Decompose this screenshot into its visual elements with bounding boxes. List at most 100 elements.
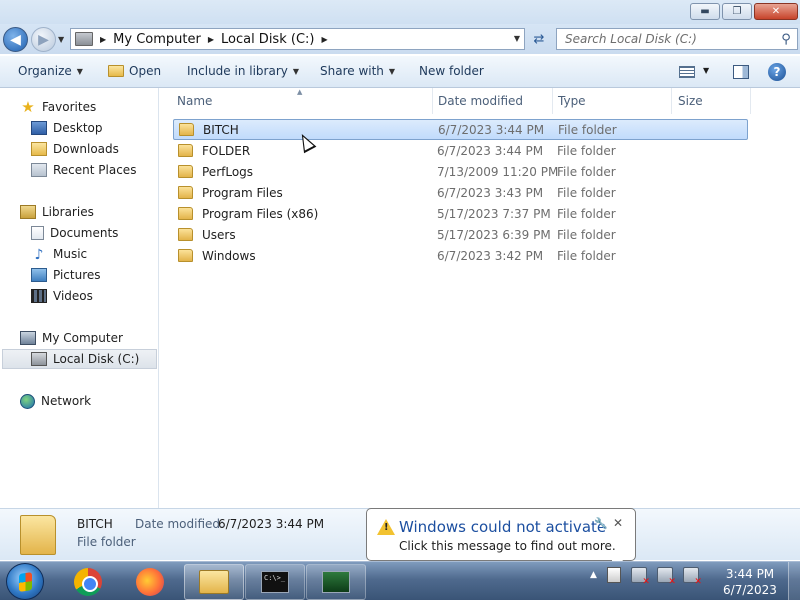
nav-favorites[interactable]: ★ Favorites [20, 97, 96, 117]
windows-logo-icon [19, 572, 32, 592]
chevron-down-icon[interactable]: ▼ [703, 66, 709, 75]
nav-downloads[interactable]: Downloads [31, 139, 119, 159]
nav-my-computer[interactable]: My Computer [20, 328, 123, 348]
nav-documents[interactable]: Documents [31, 223, 118, 243]
file-date: 7/13/2009 11:20 PM [437, 164, 559, 179]
taskbar-cmd[interactable]: C:\>_ [245, 564, 305, 600]
search-box[interactable]: ⚲ [556, 28, 798, 50]
window-controls: ▬ ❐ ✕ [690, 3, 798, 20]
open-button[interactable]: Open [108, 64, 161, 78]
show-desktop-button[interactable] [788, 562, 800, 601]
action-center-flag-icon[interactable] [606, 567, 621, 583]
taskbar-explorer[interactable] [184, 564, 244, 600]
include-in-library-button[interactable]: Include in library ▼ [187, 64, 299, 78]
refresh-button[interactable]: ⇄ [527, 28, 551, 50]
new-folder-button[interactable]: New folder [419, 64, 484, 78]
breadcrumb-arrow-icon[interactable]: ▶ [321, 35, 327, 44]
organize-button[interactable]: Organize ▼ [18, 64, 83, 78]
address-row: ◀ ▶ ▼ ▶ My Computer ▶ Local Disk (C:) ▶ … [0, 24, 800, 54]
arrow-right-icon: ▶ [38, 31, 49, 48]
column-header-type[interactable]: Type [558, 94, 586, 108]
close-button[interactable]: ✕ [754, 3, 798, 20]
address-history-dropdown[interactable]: ▼ [514, 34, 520, 43]
nav-videos[interactable]: Videos [31, 286, 93, 306]
breadcrumb-arrow-icon[interactable]: ▶ [100, 35, 106, 44]
nav-pictures[interactable]: Pictures [31, 265, 101, 285]
nav-label: My Computer [42, 331, 123, 345]
details-date-value[interactable]: 6/7/2023 3:44 PM [218, 517, 324, 531]
column-header-name[interactable]: Name [177, 94, 212, 108]
nav-libraries[interactable]: Libraries [20, 202, 94, 222]
firefox-icon [136, 568, 164, 596]
file-type: File folder [557, 164, 616, 179]
forward-button[interactable]: ▶ [31, 27, 56, 52]
column-divider[interactable] [671, 88, 672, 114]
refresh-icon: ⇄ [533, 31, 545, 47]
change-view-icon[interactable] [679, 66, 695, 78]
file-row[interactable]: PerfLogs 7/13/2009 11:20 PM File folder [173, 161, 748, 182]
nav-network[interactable]: Network [20, 391, 91, 411]
preview-pane-icon[interactable] [733, 65, 749, 79]
show-hidden-icons-icon[interactable]: ▲ [590, 570, 597, 580]
column-header-size[interactable]: Size [678, 94, 703, 108]
breadcrumb-local-disk[interactable]: Local Disk (C:) [221, 32, 314, 47]
file-date: 6/7/2023 3:44 PM [437, 143, 544, 158]
folder-icon [20, 515, 56, 555]
taskbar-monitor[interactable] [306, 564, 366, 600]
nav-recent-places[interactable]: Recent Places [31, 160, 136, 180]
column-divider[interactable] [750, 88, 751, 114]
column-divider[interactable] [432, 88, 433, 114]
folder-icon [178, 186, 193, 199]
nav-label: Documents [50, 226, 119, 240]
file-row[interactable]: Windows 6/7/2023 3:42 PM File folder [173, 245, 748, 266]
search-icon[interactable]: ⚲ [775, 32, 797, 47]
breadcrumb-arrow-icon[interactable]: ▶ [208, 35, 214, 44]
clock[interactable]: 3:44 PM 6/7/2023 [722, 566, 778, 598]
wrench-icon[interactable]: 🔧 [594, 517, 608, 530]
system-tray: ▲ [590, 567, 702, 587]
volume-icon[interactable] [682, 567, 702, 587]
minimize-button[interactable]: ▬ [690, 3, 720, 20]
maximize-button[interactable]: ❐ [722, 3, 752, 20]
file-row[interactable]: FOLDER 6/7/2023 3:44 PM File folder [173, 140, 748, 161]
organize-label: Organize [18, 64, 72, 78]
nav-desktop[interactable]: Desktop [31, 118, 103, 138]
notification-title[interactable]: Windows could not activate [399, 518, 606, 536]
back-button[interactable]: ◀ [3, 27, 28, 52]
recent-pages-dropdown[interactable]: ▼ [58, 35, 64, 44]
nav-local-disk[interactable]: Local Disk (C:) [2, 349, 157, 369]
details-date-label: Date modified: [135, 517, 225, 531]
network-icon [20, 393, 35, 409]
chevron-down-icon: ▼ [292, 66, 300, 76]
pictures-icon [31, 268, 47, 282]
file-type: File folder [558, 122, 617, 137]
notification-message[interactable]: Click this message to find out more. [399, 539, 616, 553]
include-in-library-label: Include in library [187, 64, 288, 78]
file-row[interactable]: BITCH 6/7/2023 3:44 PM File folder [173, 119, 748, 140]
network-status-icon[interactable] [656, 567, 676, 587]
file-row[interactable]: Program Files 6/7/2023 3:43 PM File fold… [173, 182, 748, 203]
help-icon[interactable]: ? [768, 63, 786, 81]
column-header-date-modified[interactable]: Date modified [438, 94, 523, 108]
search-input[interactable] [565, 32, 775, 46]
nav-label: Local Disk (C:) [53, 352, 140, 366]
address-bar[interactable]: ▶ My Computer ▶ Local Disk (C:) ▶ ▼ [70, 28, 525, 50]
nav-music[interactable]: ♪ Music [31, 244, 88, 264]
close-icon[interactable]: ✕ [613, 516, 623, 530]
taskbar-firefox[interactable] [120, 564, 180, 600]
file-row[interactable]: Users 5/17/2023 6:39 PM File folder [173, 224, 748, 245]
file-row[interactable]: Program Files (x86) 5/17/2023 7:37 PM Fi… [173, 203, 748, 224]
libraries-icon [20, 205, 36, 219]
breadcrumb-my-computer[interactable]: My Computer [113, 32, 201, 47]
start-button[interactable] [6, 563, 44, 600]
taskbar-chrome[interactable] [58, 564, 118, 600]
column-divider[interactable] [552, 88, 553, 114]
activation-notification[interactable]: ! Windows could not activate Click this … [366, 508, 636, 561]
file-name: FOLDER [202, 143, 251, 158]
downloads-icon [31, 142, 47, 156]
nav-label: Recent Places [53, 163, 137, 177]
warning-mark: ! [384, 522, 389, 533]
monitor-app-icon [322, 571, 350, 593]
share-with-button[interactable]: Share with ▼ [320, 64, 395, 78]
action-center-icon[interactable] [630, 567, 650, 587]
